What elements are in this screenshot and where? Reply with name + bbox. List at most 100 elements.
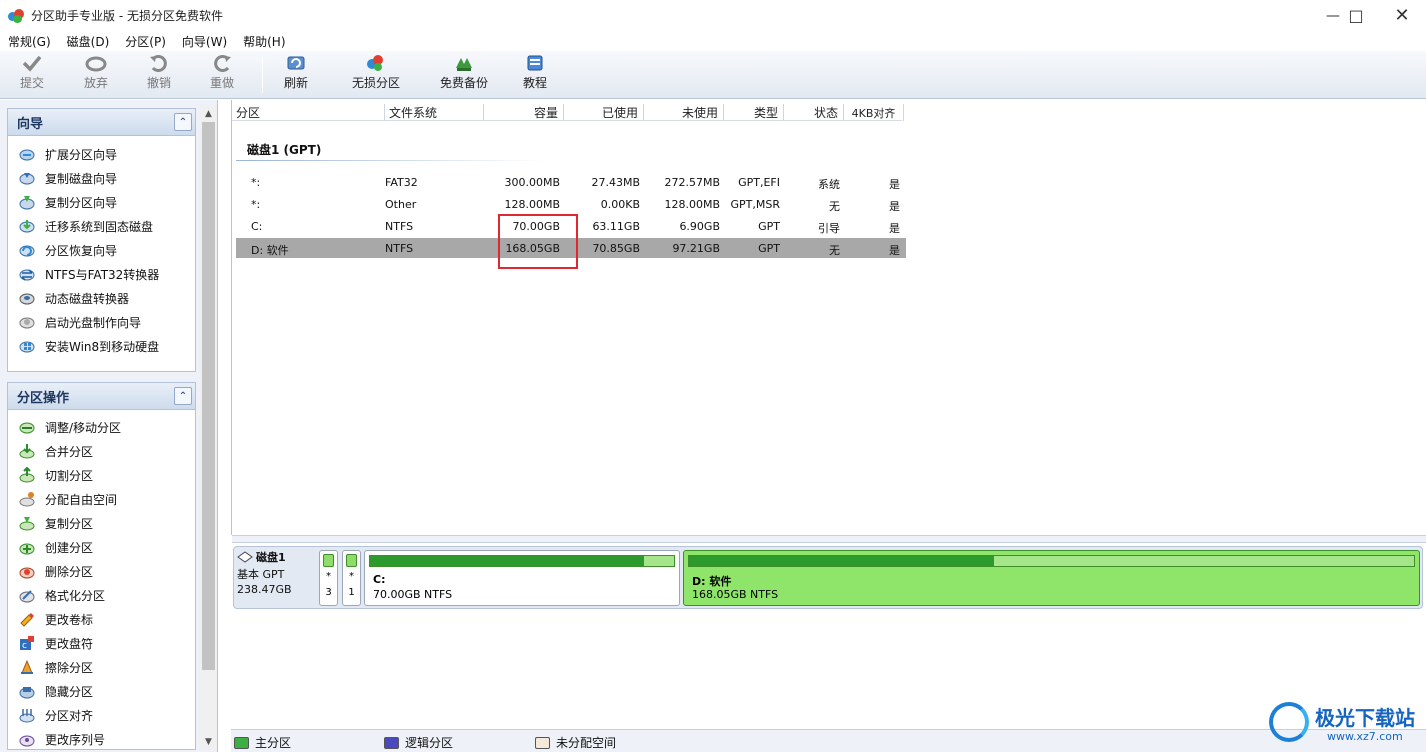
legend-logical: 逻辑分区: [384, 734, 453, 751]
legend-logical-label: 逻辑分区: [405, 736, 454, 750]
discard-icon: [85, 56, 107, 72]
small-partition-block[interactable]: * 3: [319, 550, 338, 606]
watermark-logo-icon: [1269, 702, 1309, 742]
partition-name-c: C:: [373, 573, 386, 586]
op-item-align[interactable]: 分区对齐: [8, 703, 195, 727]
table-row[interactable]: *: Other 128.00MB 0.00KB 128.00MB GPT,MS…: [236, 194, 906, 214]
scroll-up-arrow-icon[interactable]: ▲: [200, 106, 217, 122]
disk-map-size: 238.47GB: [237, 583, 292, 596]
col-header-filesystem[interactable]: 文件系统: [389, 104, 484, 121]
wizard-item-dynamic-disk[interactable]: 动态磁盘转换器: [8, 286, 195, 310]
disk-info-block[interactable]: 磁盘1 基本 GPT 238.47GB: [237, 549, 316, 607]
op-item-label: 格式化分区: [45, 588, 106, 603]
primary-swatch: [234, 736, 249, 749]
op-item-label: 删除分区: [45, 564, 94, 579]
align-partition-icon: [19, 709, 35, 723]
wizard-item-boot-cd[interactable]: 启动光盘制作向导: [8, 310, 195, 334]
cell-type: GPT: [758, 220, 780, 233]
legend-unallocated: 未分配空间: [535, 734, 616, 751]
discard-button[interactable]: 放弃: [84, 53, 108, 97]
col-header-type[interactable]: 类型: [724, 104, 784, 121]
col-header-status[interactable]: 状态: [784, 104, 844, 121]
wizard-item-migrate-os[interactable]: 迁移系统到固态磁盘: [8, 214, 195, 238]
close-button[interactable]: ✕: [1379, 0, 1425, 31]
toolbar-separator: [262, 57, 263, 93]
op-item-merge[interactable]: 合并分区: [8, 439, 195, 463]
collapse-wizard-button[interactable]: ⌃: [174, 113, 192, 131]
submit-button[interactable]: 提交: [20, 53, 44, 97]
disk-group-label[interactable]: 磁盘1 (GPT): [247, 141, 321, 158]
op-item-hide[interactable]: 隐藏分区: [8, 679, 195, 703]
col-header-free[interactable]: 未使用: [644, 104, 724, 121]
op-item-copy[interactable]: 复制分区: [8, 511, 195, 535]
col-header-used[interactable]: 已使用: [564, 104, 644, 121]
op-item-label: 分区对齐: [45, 708, 94, 723]
cell-align: 是: [889, 178, 900, 191]
disk-map-type: 基本 GPT: [237, 568, 285, 581]
menu-wizard[interactable]: 向导(W): [174, 33, 235, 50]
maximize-button[interactable]: □: [1333, 0, 1379, 31]
lossless-partition-label: 无损分区: [352, 76, 401, 90]
ops-group-header: 分区操作 ⌃: [8, 383, 195, 410]
refresh-icon: [287, 56, 305, 70]
wizard-list: 扩展分区向导 复制磁盘向导 复制分区向导 迁移系统到固态磁盘 分区恢复向导 NT…: [8, 136, 195, 358]
wizard-item-copy-disk[interactable]: 复制磁盘向导: [8, 166, 195, 190]
small-partition-block[interactable]: * 1: [342, 550, 361, 606]
op-item-format[interactable]: 格式化分区: [8, 583, 195, 607]
col-header-capacity[interactable]: 容量: [484, 104, 564, 121]
tutorial-label: 教程: [523, 76, 548, 90]
menu-help[interactable]: 帮助(H): [235, 33, 293, 50]
refresh-button[interactable]: 刷新: [284, 53, 308, 97]
cell-status: 无: [829, 200, 840, 213]
wizard-item-label: 动态磁盘转换器: [45, 291, 130, 306]
op-item-label: 更改盘符: [45, 636, 94, 651]
window-title: 分区助手专业版 - 无损分区免费软件: [31, 9, 223, 23]
wizard-item-extend[interactable]: 扩展分区向导: [8, 142, 195, 166]
partition-info-c: 70.00GB NTFS: [373, 588, 453, 601]
op-item-drive-letter[interactable]: c 更改盘符: [8, 631, 195, 655]
submit-label: 提交: [20, 76, 45, 90]
menu-general[interactable]: 常规(G): [0, 33, 59, 50]
partition-block-c[interactable]: C: 70.00GB NTFS: [364, 550, 680, 606]
op-item-allocate[interactable]: 分配自由空间: [8, 487, 195, 511]
wizard-item-copy-partition[interactable]: 复制分区向导: [8, 190, 195, 214]
col-header-partition[interactable]: 分区: [236, 104, 385, 121]
op-item-label: 创建分区: [45, 540, 94, 555]
dynamic-disk-icon: [19, 293, 35, 305]
pane-splitter[interactable]: [232, 535, 1426, 543]
cell-type: GPT,EFI: [738, 176, 780, 189]
lossless-partition-button[interactable]: 无损分区: [352, 53, 400, 97]
watermark: 极光下载站 www.xz7.com: [1265, 698, 1425, 752]
sidebar-scrollbar[interactable]: ▲ ▼: [200, 106, 217, 750]
small-partition-number: 1: [348, 587, 355, 598]
scroll-down-arrow-icon[interactable]: ▼: [200, 734, 217, 750]
free-backup-button[interactable]: 免费备份: [440, 53, 488, 97]
small-partition-number: 3: [325, 587, 332, 598]
wizard-item-win8-usb[interactable]: 安装Win8到移动硬盘: [8, 334, 195, 358]
col-header-4k-align[interactable]: 4KB对齐: [844, 104, 904, 121]
cell-status: 引导: [818, 222, 840, 235]
op-item-wipe[interactable]: 擦除分区: [8, 655, 195, 679]
usage-bar-d: [688, 555, 1415, 567]
op-item-serial[interactable]: 更改序列号: [8, 727, 195, 749]
format-partition-icon: [19, 590, 35, 603]
op-item-resize[interactable]: 调整/移动分区: [8, 415, 195, 439]
tutorial-button[interactable]: 教程: [523, 53, 547, 97]
op-item-split[interactable]: 切割分区: [8, 463, 195, 487]
collapse-ops-button[interactable]: ⌃: [174, 387, 192, 405]
cell-type: GPT: [758, 242, 780, 255]
menu-disk[interactable]: 磁盘(D): [59, 33, 118, 50]
undo-button[interactable]: 撤销: [147, 53, 171, 97]
disk-group-underline: [236, 160, 546, 161]
wizard-item-recovery[interactable]: 分区恢复向导: [8, 238, 195, 262]
sidebar-scroll-thumb[interactable]: [202, 122, 215, 670]
op-item-create[interactable]: 创建分区: [8, 535, 195, 559]
cell-filesystem: NTFS: [385, 220, 414, 233]
table-row[interactable]: *: FAT32 300.00MB 27.43MB 272.57MB GPT,E…: [236, 172, 906, 192]
op-item-label-change[interactable]: 更改卷标: [8, 607, 195, 631]
wizard-item-ntfs-fat32[interactable]: NTFS与FAT32转换器: [8, 262, 195, 286]
menu-partition[interactable]: 分区(P): [117, 33, 174, 50]
op-item-delete[interactable]: 删除分区: [8, 559, 195, 583]
redo-button[interactable]: 重做: [210, 53, 234, 97]
partition-block-d-selected[interactable]: D: 软件 168.05GB NTFS: [683, 550, 1420, 606]
